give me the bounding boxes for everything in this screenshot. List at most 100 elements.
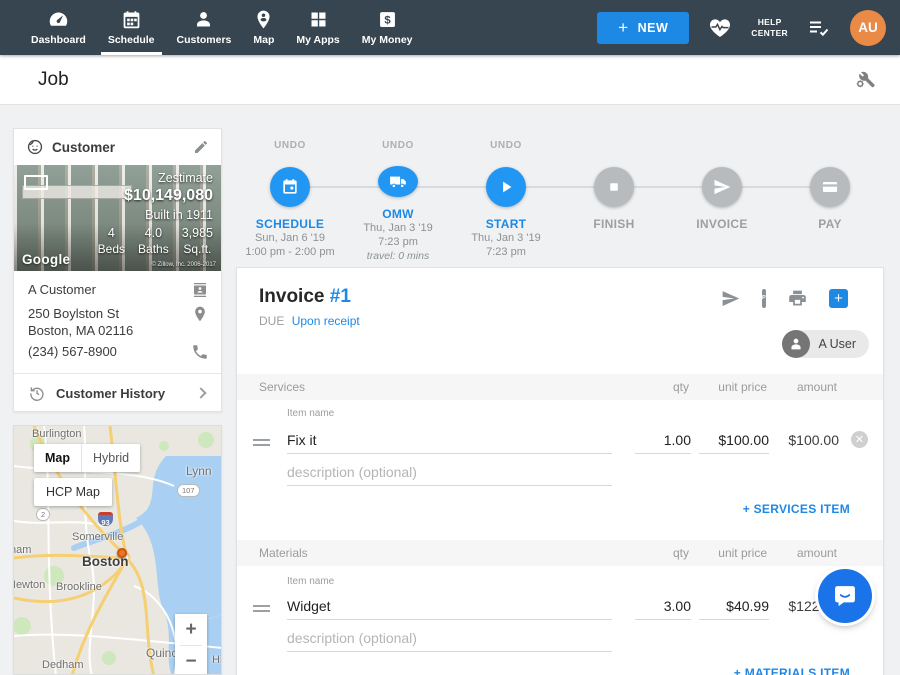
- add-materials-item-link[interactable]: + MATERIALS ITEM: [734, 666, 850, 675]
- add-invoice-item-button[interactable]: +: [829, 289, 848, 308]
- schedule-stage-button[interactable]: [270, 167, 310, 207]
- materials-section-header: Materials qty unit price amount: [237, 540, 883, 566]
- nav-item-schedule[interactable]: Schedule: [97, 0, 166, 55]
- credit-card-icon-stage[interactable]: [810, 167, 850, 207]
- dashboard-icon: [48, 9, 69, 30]
- invoice-stage-button[interactable]: [702, 167, 742, 207]
- remove-service-item-button[interactable]: ✕: [851, 431, 868, 448]
- zestimate-label: Zestimate: [98, 171, 213, 185]
- invoice-card: Invoice #1 DUE Upon receipt PDF + A User…: [236, 267, 884, 675]
- material-qty-input[interactable]: [635, 594, 691, 620]
- health-button[interactable]: [708, 16, 732, 40]
- help-center-link[interactable]: HELP CENTER: [751, 17, 788, 39]
- new-button[interactable]: + NEW: [597, 12, 689, 44]
- start-stage-button[interactable]: [486, 167, 526, 207]
- map-type-hybrid-button[interactable]: Hybrid: [82, 444, 140, 472]
- customer-history-link[interactable]: Customer History: [28, 377, 209, 409]
- pdf-icon: PDF: [762, 289, 766, 308]
- user-avatar-icon: [782, 330, 810, 358]
- nav-label: Dashboard: [31, 34, 86, 46]
- job-settings-button[interactable]: [854, 68, 876, 90]
- property-stats: 4Beds 4.0Baths 3,985Sq.ft.: [98, 226, 213, 256]
- page-title: Job: [38, 69, 69, 91]
- add-services-item-link[interactable]: + SERVICES ITEM: [743, 502, 850, 516]
- map-type-map-button[interactable]: Map: [34, 444, 81, 472]
- google-watermark: Google: [22, 252, 70, 267]
- send-icon: [720, 288, 741, 309]
- finish-stage-button[interactable]: [594, 167, 634, 207]
- nav-item-my-money[interactable]: $ My Money: [351, 0, 424, 55]
- street-view-icon: [24, 175, 48, 190]
- zestimate-overlay: Zestimate $10,149,080 Built in 1911 4Bed…: [98, 171, 213, 256]
- calendar-icon: [280, 177, 300, 197]
- zoom-in-button[interactable]: +: [175, 614, 207, 645]
- map-label-newton: Newton: [13, 579, 45, 591]
- drag-handle[interactable]: [253, 602, 270, 615]
- timeline-stage-finish: FINISH: [560, 138, 668, 263]
- checklist-button[interactable]: [807, 16, 831, 40]
- drag-handle[interactable]: [253, 436, 270, 449]
- customers-icon: [193, 9, 214, 30]
- top-nav: Dashboard Schedule Customers Map My Apps…: [0, 0, 900, 55]
- map-label-waltham: ham: [13, 544, 31, 556]
- unit-price-column-header: unit price: [718, 374, 767, 400]
- customer-face-icon: [26, 138, 44, 156]
- service-description-input[interactable]: [287, 460, 612, 486]
- chevron-right-icon: [195, 387, 206, 398]
- list-check-icon: [807, 16, 831, 40]
- chat-widget-button[interactable]: [818, 569, 872, 623]
- timeline-stage-invoice: INVOICE: [668, 138, 776, 263]
- undo-schedule-button[interactable]: UNDO: [274, 140, 306, 152]
- map-pin-marker[interactable]: [117, 548, 127, 558]
- service-qty-input[interactable]: [635, 428, 691, 454]
- contact-card-icon[interactable]: [191, 281, 209, 299]
- stage-label: FINISH: [593, 217, 634, 231]
- nav-label: My Money: [362, 34, 413, 46]
- my-apps-icon: [308, 9, 329, 30]
- customer-card-title: Customer: [52, 140, 115, 155]
- item-name-label: Item name: [287, 576, 334, 587]
- services-section-label: Services: [259, 374, 305, 400]
- svg-text:$: $: [384, 15, 391, 27]
- print-button[interactable]: [787, 288, 808, 309]
- truck-icon: [388, 172, 408, 192]
- undo-omw-button[interactable]: UNDO: [382, 140, 414, 151]
- customer-card: Customer Zestimate $10,149,080 Built in …: [13, 128, 222, 412]
- pdf-button[interactable]: PDF: [762, 291, 766, 306]
- property-photo[interactable]: Zestimate $10,149,080 Built in 1911 4Bed…: [14, 165, 221, 271]
- stage-label: INVOICE: [696, 217, 747, 231]
- material-item-name-input[interactable]: [287, 594, 612, 620]
- stage-label: PAY: [818, 217, 842, 231]
- amount-column-header: amount: [797, 540, 837, 566]
- invoice-title: Invoice #1: [259, 286, 351, 308]
- invoice-number[interactable]: #1: [330, 286, 351, 307]
- assigned-user-name: A User: [818, 337, 856, 351]
- send-invoice-button[interactable]: [720, 288, 741, 309]
- material-description-input[interactable]: [287, 626, 612, 652]
- omw-stage-button[interactable]: [378, 166, 418, 197]
- due-terms-link[interactable]: Upon receipt: [292, 314, 360, 328]
- sqft-value: 3,985: [182, 226, 213, 240]
- undo-start-button[interactable]: UNDO: [490, 140, 522, 152]
- pencil-icon: [193, 139, 209, 155]
- customer-name: A Customer: [28, 281, 96, 298]
- close-icon: ✕: [855, 434, 864, 446]
- zoom-out-button[interactable]: −: [175, 646, 207, 675]
- send-icon: [712, 177, 732, 197]
- nav-item-my-apps[interactable]: My Apps: [285, 0, 350, 55]
- edit-customer-button[interactable]: [193, 139, 209, 155]
- stage-time: 7:23 pm: [486, 245, 526, 259]
- service-item-name-input[interactable]: [287, 428, 612, 454]
- hcp-map-button[interactable]: HCP Map: [34, 478, 112, 506]
- phone-icon[interactable]: [191, 343, 209, 361]
- qty-column-header: qty: [673, 374, 689, 400]
- assigned-user-pill[interactable]: A User: [782, 330, 869, 358]
- nav-item-dashboard[interactable]: Dashboard: [20, 0, 97, 55]
- nav-item-customers[interactable]: Customers: [166, 0, 243, 55]
- plus-icon: +: [618, 19, 628, 36]
- nav-item-map[interactable]: Map: [242, 0, 285, 55]
- customer-phone: (234) 567-8900: [28, 343, 117, 360]
- location-pin-icon[interactable]: [191, 305, 209, 323]
- user-avatar[interactable]: AU: [850, 10, 886, 46]
- customer-address: 250 Boylston StBoston, MA 02116: [28, 305, 133, 339]
